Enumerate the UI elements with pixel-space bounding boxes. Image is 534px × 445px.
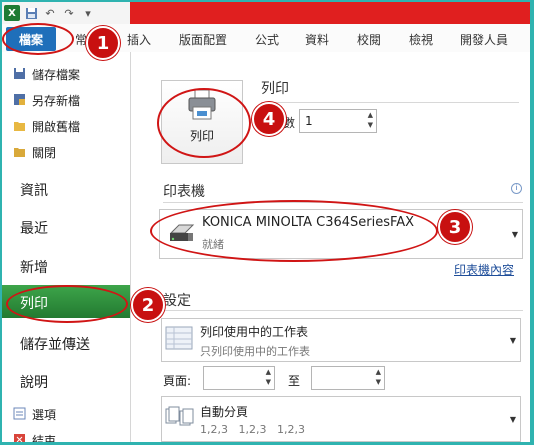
excel-window: X ↶ ↷ ▾ 檔案 常 插入 版面配置 公式 資料 校閱 檢視 開發人員 儲存… bbox=[2, 2, 530, 442]
print-section-title: 列印 bbox=[261, 81, 289, 97]
callout-circle-file bbox=[2, 23, 74, 55]
callout-badge-4: 4 bbox=[252, 102, 286, 136]
nav-open-label: 開啟舊檔 bbox=[32, 119, 81, 134]
collate-icon bbox=[165, 405, 195, 432]
folder-close-icon bbox=[12, 145, 26, 159]
redo-icon[interactable]: ↷ bbox=[61, 5, 77, 21]
chevron-down-icon: ▼ bbox=[509, 415, 516, 424]
nav-help[interactable]: 說明 bbox=[20, 372, 48, 392]
printer-properties-link[interactable]: 印表機內容 bbox=[454, 261, 514, 278]
spin-up-icon[interactable]: ▲ bbox=[368, 111, 373, 119]
nav-exit-label: 結束 bbox=[32, 433, 57, 443]
pages-label: 頁面: bbox=[163, 374, 192, 388]
print-scope-subtitle: 只列印使用中的工作表 bbox=[200, 345, 310, 358]
ribbon-tabs: 檔案 常 插入 版面配置 公式 資料 校閱 檢視 開發人員 bbox=[2, 24, 530, 53]
nav-options-label: 選項 bbox=[32, 407, 57, 422]
tab-insert[interactable]: 插入 bbox=[127, 31, 151, 48]
settings-section-title: 設定 bbox=[163, 293, 191, 309]
nav-options[interactable]: 選項 bbox=[12, 404, 56, 424]
options-icon bbox=[12, 407, 26, 421]
nav-recent[interactable]: 最近 bbox=[20, 218, 48, 238]
collate-subtitle: 1,2,3 1,2,3 1,2,3 bbox=[200, 423, 305, 436]
nav-save-as-label: 另存新檔 bbox=[32, 93, 81, 108]
callout-circle-print-button bbox=[157, 88, 251, 158]
spin-down-icon[interactable]: ▼ bbox=[376, 378, 381, 386]
worksheet-icon bbox=[165, 325, 193, 354]
chevron-down-icon: ▼ bbox=[511, 230, 518, 239]
print-scope-title: 列印使用中的工作表 bbox=[200, 325, 309, 339]
tab-review[interactable]: 校閱 bbox=[357, 31, 381, 48]
nav-close-label: 關閉 bbox=[32, 145, 57, 160]
excel-app-icon[interactable]: X bbox=[4, 5, 20, 21]
nav-open[interactable]: 開啟舊檔 bbox=[12, 116, 80, 136]
callout-badge-1: 1 bbox=[86, 26, 120, 60]
title-bar-accent bbox=[130, 2, 530, 24]
copies-value: 1 bbox=[305, 114, 313, 128]
spin-up-icon[interactable]: ▲ bbox=[266, 368, 271, 376]
nav-save[interactable]: 儲存檔案 bbox=[12, 64, 80, 84]
pages-to-label: 至 bbox=[288, 374, 301, 388]
tab-formulas[interactable]: 公式 bbox=[255, 31, 279, 48]
undo-icon[interactable]: ↶ bbox=[42, 5, 58, 21]
tab-view[interactable]: 檢視 bbox=[409, 31, 433, 48]
backstage-nav: 儲存檔案 另存新檔 開啟舊檔 關閉 資訊 最近 新增 列印 儲存並傳送 說明 選… bbox=[2, 52, 131, 442]
tab-page-layout[interactable]: 版面配置 bbox=[179, 31, 227, 48]
save-as-icon bbox=[12, 93, 26, 107]
print-scope-select[interactable]: 列印使用中的工作表 只列印使用中的工作表 ▼ bbox=[161, 318, 521, 362]
spin-down-icon[interactable]: ▼ bbox=[266, 378, 271, 386]
nav-new[interactable]: 新增 bbox=[20, 257, 48, 277]
tab-developer[interactable]: 開發人員 bbox=[460, 31, 508, 48]
pages-to-input[interactable]: ▲ ▼ bbox=[311, 366, 385, 390]
collate-select[interactable]: 自動分頁 1,2,3 1,2,3 1,2,3 ▼ bbox=[161, 396, 521, 442]
folder-open-icon bbox=[12, 119, 26, 133]
printer-section-title: 印表機 bbox=[163, 184, 205, 200]
copies-input[interactable]: 1 ▲ ▼ bbox=[299, 109, 377, 133]
save-icon[interactable] bbox=[23, 5, 39, 21]
spin-down-icon[interactable]: ▼ bbox=[368, 121, 373, 129]
collate-title: 自動分頁 bbox=[200, 405, 249, 419]
callout-circle-printer bbox=[150, 200, 438, 262]
pages-from-input[interactable]: ▲ ▼ bbox=[203, 366, 275, 390]
divider bbox=[261, 102, 519, 103]
tab-data[interactable]: 資料 bbox=[305, 31, 329, 48]
callout-badge-2: 2 bbox=[131, 288, 165, 322]
spin-up-icon[interactable]: ▲ bbox=[376, 368, 381, 376]
callout-badge-3: 3 bbox=[438, 210, 472, 244]
title-bar: X ↶ ↷ ▾ bbox=[2, 2, 530, 24]
nav-save-label: 儲存檔案 bbox=[32, 67, 81, 82]
nav-close[interactable]: 關閉 bbox=[12, 142, 56, 162]
save-icon bbox=[12, 67, 26, 81]
chevron-down-icon: ▼ bbox=[509, 336, 516, 345]
nav-exit[interactable]: 結束 bbox=[12, 430, 56, 442]
nav-save-send[interactable]: 儲存並傳送 bbox=[20, 334, 90, 354]
nav-info[interactable]: 資訊 bbox=[20, 180, 48, 200]
exit-icon bbox=[12, 433, 26, 442]
divider bbox=[163, 310, 523, 311]
nav-save-as[interactable]: 另存新檔 bbox=[12, 90, 80, 110]
info-icon[interactable]: i bbox=[511, 183, 522, 194]
customize-qat-icon[interactable]: ▾ bbox=[80, 5, 96, 21]
quick-access-toolbar: X ↶ ↷ ▾ bbox=[4, 4, 96, 22]
callout-circle-print-nav bbox=[6, 285, 128, 323]
